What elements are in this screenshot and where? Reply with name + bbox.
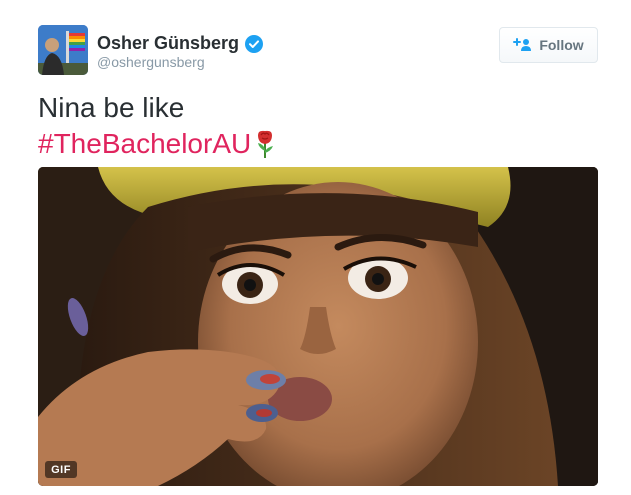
author-handle[interactable]: @oshergunsberg [97, 54, 205, 70]
add-user-icon [513, 38, 532, 51]
verified-badge-icon [245, 35, 263, 53]
hashtag-link[interactable]: #TheBachelorAU [38, 126, 251, 162]
avatar-photo [38, 25, 88, 75]
gif-still-image [38, 167, 598, 486]
rose-icon [258, 130, 274, 158]
gif-badge: GIF [45, 461, 77, 478]
author-name[interactable]: Osher Günsberg [97, 33, 239, 54]
tweet-text-line: Nina be like [38, 92, 185, 123]
tweet-card: Osher Günsberg @oshergunsberg Follow Nin… [0, 0, 631, 495]
hashtag-line: #TheBachelorAU [38, 126, 276, 162]
gif-media[interactable] [38, 167, 598, 486]
follow-button[interactable]: Follow [499, 27, 598, 63]
tweet-text: Nina be like #TheBachelorAU [38, 90, 276, 162]
follow-button-label: Follow [539, 37, 584, 53]
avatar[interactable] [38, 25, 88, 75]
